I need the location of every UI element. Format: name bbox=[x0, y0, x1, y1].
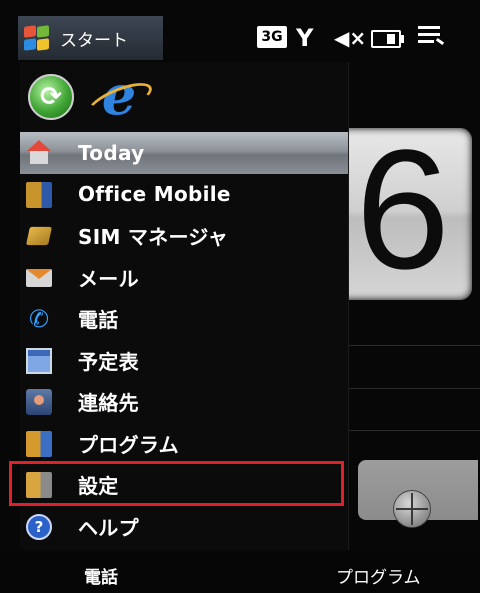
calendar-icon bbox=[26, 347, 52, 374]
start-label: スタート bbox=[60, 30, 128, 51]
volume-muted-icon[interactable]: ◀× bbox=[334, 26, 366, 50]
internet-explorer-icon[interactable]: e bbox=[92, 68, 146, 124]
softkey-programs[interactable]: プログラム bbox=[336, 563, 421, 588]
menu-item-label: プログラム bbox=[78, 432, 179, 457]
softkey-phone[interactable]: 電話 bbox=[84, 563, 118, 588]
menu-item-label: 電話 bbox=[78, 308, 119, 333]
status-bar: スタート 3G Y ◀× bbox=[0, 0, 480, 62]
menu-item-contacts[interactable]: 連絡先 bbox=[20, 381, 348, 423]
windows-logo-icon bbox=[22, 24, 52, 52]
start-button[interactable]: スタート bbox=[18, 16, 163, 60]
home-icon bbox=[26, 140, 52, 166]
help-icon: ? bbox=[26, 513, 52, 540]
divider bbox=[345, 345, 480, 346]
office-icon bbox=[26, 181, 52, 208]
menu-item-office-mobile[interactable]: Office Mobile bbox=[20, 174, 348, 216]
menu-item-mail[interactable]: メール bbox=[20, 257, 348, 299]
mail-icon bbox=[26, 268, 52, 287]
menu-item-help[interactable]: ? ヘルプ bbox=[20, 506, 348, 548]
screen: 6 スタート 3G Y ◀× ⟳ e Today Office Mobile S… bbox=[0, 0, 480, 593]
globe-icon[interactable] bbox=[393, 490, 431, 528]
menu-icon[interactable] bbox=[418, 24, 446, 48]
menu-item-label: 設定 bbox=[78, 474, 119, 499]
menu-item-programs[interactable]: プログラム bbox=[20, 423, 348, 465]
network-3g-icon[interactable]: 3G bbox=[257, 26, 287, 48]
signal-icon[interactable]: Y bbox=[296, 24, 313, 52]
softkey-bar: 電話 プログラム bbox=[0, 553, 480, 593]
divider bbox=[345, 430, 480, 431]
clock-digit: 6 bbox=[355, 130, 450, 290]
menu-item-label: SIM マネージャ bbox=[78, 225, 229, 250]
menu-item-label: 予定表 bbox=[78, 349, 139, 374]
menu-item-sim-manager[interactable]: SIM マネージャ bbox=[20, 215, 348, 257]
settings-folder-icon bbox=[26, 472, 52, 498]
menu-list: Today Office Mobile SIM マネージャ メール ✆ 電話 予… bbox=[20, 132, 348, 547]
battery-icon[interactable] bbox=[371, 30, 404, 48]
phone-icon: ✆ bbox=[28, 305, 50, 333]
start-menu: ⟳ e Today Office Mobile SIM マネージャ メール ✆ bbox=[20, 62, 349, 550]
sim-card-icon bbox=[26, 226, 52, 246]
pinned-row: ⟳ e bbox=[20, 62, 348, 132]
menu-item-calendar[interactable]: 予定表 bbox=[20, 340, 348, 382]
menu-item-label: ヘルプ bbox=[78, 515, 139, 540]
menu-item-label: Today bbox=[78, 140, 145, 165]
menu-item-label: メール bbox=[78, 266, 139, 291]
menu-item-settings[interactable]: 設定 bbox=[20, 464, 348, 506]
contacts-icon bbox=[26, 389, 52, 415]
programs-folder-icon bbox=[26, 430, 52, 457]
menu-item-today[interactable]: Today bbox=[20, 132, 348, 174]
sync-icon[interactable]: ⟳ bbox=[28, 74, 74, 120]
menu-item-phone[interactable]: ✆ 電話 bbox=[20, 298, 348, 340]
menu-item-label: 連絡先 bbox=[78, 391, 139, 416]
divider bbox=[345, 388, 480, 389]
menu-item-label: Office Mobile bbox=[78, 182, 231, 207]
